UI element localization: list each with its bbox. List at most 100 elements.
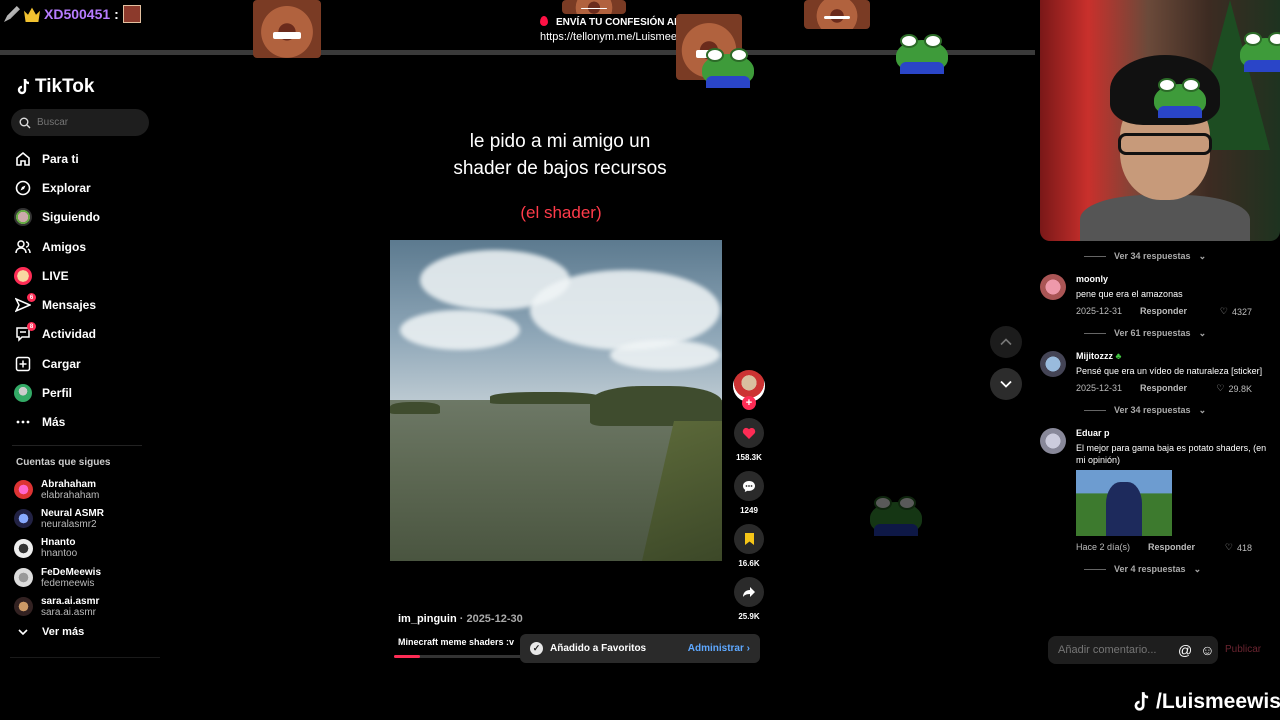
cloud bbox=[400, 310, 520, 350]
share-arrow-icon bbox=[743, 587, 755, 597]
main-nav: Para ti Explorar Siguiendo Amigos LIVE 6… bbox=[14, 144, 100, 437]
nav-para-ti[interactable]: Para ti bbox=[14, 144, 100, 173]
comment-text: pene que era el amazonas bbox=[1076, 289, 1183, 299]
meme-face-emote bbox=[804, 0, 870, 29]
avatar[interactable] bbox=[1040, 351, 1066, 377]
see-more-button[interactable]: Ver más bbox=[18, 626, 84, 638]
follow-plus-icon[interactable]: + bbox=[742, 396, 756, 410]
nav-cargar[interactable]: Cargar bbox=[14, 349, 100, 378]
tree-cluster bbox=[590, 386, 722, 426]
share-button[interactable] bbox=[734, 577, 764, 607]
following-handle: elabrahaham bbox=[41, 489, 100, 501]
view-replies-button[interactable]: Ver 61 respuestas ⌄ bbox=[1084, 323, 1270, 343]
following-handle: fedemeewis bbox=[41, 577, 95, 589]
sidebar: TikTok Para ti Explorar Siguiendo Amigos… bbox=[0, 60, 160, 660]
bookmark-button[interactable] bbox=[734, 524, 764, 554]
save-action[interactable]: 16.6K bbox=[732, 524, 766, 571]
video-progress-bar[interactable] bbox=[394, 655, 524, 658]
following-item[interactable]: Abrahaham elabrahaham bbox=[14, 475, 104, 504]
comment-username[interactable]: Mijitozzz ♣ bbox=[1076, 351, 1262, 361]
avatar[interactable] bbox=[1040, 274, 1066, 300]
cloud bbox=[610, 340, 720, 370]
heart-outline-icon: ♡ bbox=[1219, 306, 1228, 316]
action-bar: + 158.3K 1249 16.6K 25.9K bbox=[732, 370, 766, 624]
following-item[interactable]: Neural ASMR neuralasmr2 bbox=[14, 504, 104, 533]
following-item[interactable]: FeDeMeewis fedemeewis bbox=[14, 563, 104, 592]
share-action[interactable]: 25.9K bbox=[732, 577, 766, 624]
previous-video-button[interactable] bbox=[990, 326, 1022, 358]
crown-badge-icon bbox=[24, 7, 40, 22]
comment-item: Mijitozzz ♣ Pensé que era un vídeo de na… bbox=[1040, 351, 1270, 394]
like-action[interactable]: 158.3K bbox=[732, 418, 766, 465]
comment-item: moonly pene que era el amazonas 2025-12-… bbox=[1040, 274, 1270, 317]
comment-like-count: 418 bbox=[1236, 542, 1252, 553]
comment-like[interactable]: ♡ 418 bbox=[1225, 542, 1252, 553]
like-button[interactable] bbox=[734, 418, 764, 448]
reply-button[interactable]: Responder bbox=[1148, 542, 1195, 553]
nav-live[interactable]: LIVE bbox=[14, 261, 100, 290]
like-count: 158.3K bbox=[736, 453, 762, 462]
video-navigation bbox=[990, 326, 1022, 410]
avatar[interactable] bbox=[1040, 428, 1066, 454]
video-player[interactable] bbox=[390, 240, 722, 561]
comment-item: Eduar p El mejor para gama baja es potat… bbox=[1040, 428, 1270, 553]
nav-mensajes[interactable]: 6 Mensajes bbox=[14, 290, 100, 319]
video-caption: le pido a mi amigo un shader de bajos re… bbox=[440, 128, 680, 182]
search-input[interactable] bbox=[37, 117, 137, 128]
avatar bbox=[14, 568, 33, 588]
search-box[interactable] bbox=[11, 109, 149, 136]
view-replies-button[interactable]: Ver 34 respuestas ⌄ bbox=[1084, 400, 1270, 420]
view-replies-button[interactable]: Ver 4 respuestas ⌄ bbox=[1084, 559, 1270, 579]
comment-date: 2025-12-31 bbox=[1076, 306, 1123, 316]
nav-label: Perfil bbox=[42, 386, 73, 401]
save-count: 16.6K bbox=[738, 559, 760, 568]
next-video-button[interactable] bbox=[990, 368, 1022, 400]
following-list: Abrahaham elabrahaham Neural ASMR neuralas… bbox=[14, 475, 104, 621]
search-icon bbox=[19, 117, 31, 128]
reply-button[interactable]: Responder bbox=[1140, 306, 1187, 317]
comment-username[interactable]: Eduar p bbox=[1076, 428, 1270, 438]
reply-button[interactable]: Responder bbox=[1140, 383, 1187, 394]
manage-link[interactable]: Administrar › bbox=[688, 643, 750, 654]
see-more-label: Ver más bbox=[42, 626, 85, 638]
author-username[interactable]: im_pinguin bbox=[398, 613, 457, 625]
comment-like[interactable]: ♡ 4327 bbox=[1220, 306, 1252, 317]
comment-button[interactable] bbox=[734, 471, 764, 501]
nav-amigos[interactable]: Amigos bbox=[14, 232, 100, 261]
progress-fill bbox=[394, 655, 420, 658]
comment-action[interactable]: 1249 bbox=[732, 471, 766, 518]
comment-text: Pensé que era un vídeo de naturaleza [st… bbox=[1076, 366, 1263, 376]
nav-explorar[interactable]: Explorar bbox=[14, 173, 100, 202]
following-item[interactable]: sara.ai.asmr sara.ai.asmr bbox=[14, 592, 104, 621]
following-item[interactable]: Hnanto hnantoo bbox=[14, 534, 104, 563]
following-handle: sara.ai.asmr bbox=[41, 606, 97, 618]
comment-like[interactable]: ♡ 29.8K bbox=[1216, 383, 1252, 394]
divider bbox=[10, 657, 160, 658]
comment-date: Hace 2 día(s) bbox=[1076, 542, 1131, 552]
nav-mas[interactable]: Más bbox=[14, 408, 100, 437]
publish-button[interactable]: Publicar bbox=[1225, 644, 1261, 655]
compass-icon bbox=[14, 179, 32, 197]
comment-username[interactable]: moonly bbox=[1076, 274, 1252, 284]
comment-image[interactable] bbox=[1076, 470, 1172, 536]
nav-label: Siguiendo bbox=[42, 210, 100, 225]
tiktok-logo[interactable]: TikTok bbox=[16, 76, 94, 98]
nav-label: Para ti bbox=[42, 151, 79, 166]
nav-perfil[interactable]: Perfil bbox=[14, 378, 100, 407]
nav-actividad[interactable]: 8 Actividad bbox=[14, 320, 100, 349]
meme-face-emote bbox=[253, 0, 321, 58]
comment-date: 2025-12-31 bbox=[1076, 383, 1123, 393]
chevron-down-icon bbox=[18, 629, 28, 636]
tiktok-note-icon bbox=[17, 78, 30, 95]
more-dots-icon bbox=[14, 413, 32, 431]
creator-avatar[interactable]: + bbox=[733, 370, 765, 410]
nav-siguiendo[interactable]: Siguiendo bbox=[14, 203, 100, 232]
view-replies-button[interactable]: Ver 34 respuestas ⌄ bbox=[1084, 246, 1270, 266]
activity-badge: 8 bbox=[27, 322, 36, 332]
toast-text: Añadido a Favoritos bbox=[550, 643, 647, 654]
comment-input-box[interactable]: @ ☺ bbox=[1048, 636, 1218, 664]
live-avatar-icon bbox=[14, 266, 32, 285]
comment-input[interactable] bbox=[1058, 644, 1170, 656]
emoji-icon[interactable]: ☺ bbox=[1200, 642, 1214, 658]
mention-icon[interactable]: @ bbox=[1178, 642, 1192, 658]
